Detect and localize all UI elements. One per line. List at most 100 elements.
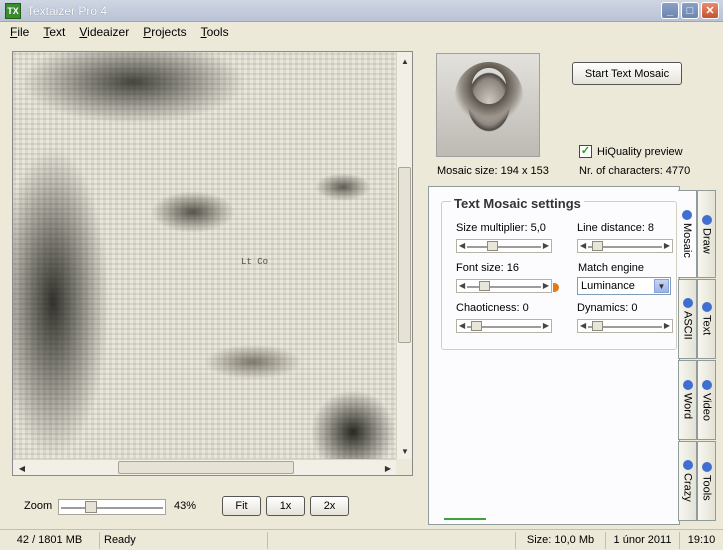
checkbox-check-icon[interactable]: ✓ (579, 145, 592, 158)
status-bar: 42 / 1801 MB Ready Size: 10,0 Mb 1 únor … (0, 529, 723, 550)
slider-left-arrow-icon[interactable]: ◀ (580, 320, 586, 332)
chaoticness-label: Chaoticness: 0 (456, 302, 529, 314)
zoom-label: Zoom (24, 500, 53, 512)
tab-crazy-label: Crazy (681, 473, 694, 502)
tab-word[interactable]: Word (678, 360, 697, 440)
tab-video[interactable]: Video (697, 360, 716, 440)
mosaic-preview[interactable]: Lt Co ▲ ▼ ◀ ▶ (12, 51, 413, 476)
status-state: Ready (100, 531, 268, 549)
scroll-right-arrow-icon[interactable]: ▶ (381, 461, 395, 475)
scroll-left-arrow-icon[interactable]: ◀ (15, 461, 29, 475)
progress-indicator (444, 518, 486, 520)
zoom-2x-button[interactable]: 2x (310, 496, 349, 516)
tab-ascii[interactable]: ASCII (678, 279, 697, 359)
dynamics-label: Dynamics: 0 (577, 302, 638, 314)
slider-left-arrow-icon[interactable]: ◀ (459, 320, 465, 332)
tab-draw[interactable]: Draw (697, 190, 716, 278)
start-text-mosaic-button[interactable]: Start Text Mosaic (572, 62, 682, 85)
tab-tools-label: Tools (700, 474, 713, 501)
crazy-tab-icon (682, 460, 693, 471)
minimize-button[interactable]: _ (661, 2, 679, 19)
chaoticness-thumb[interactable] (471, 321, 482, 331)
slider-right-arrow-icon[interactable]: ▶ (543, 240, 549, 252)
horizontal-scrollbar[interactable]: ◀ ▶ (13, 459, 397, 475)
font-size-thumb[interactable] (479, 281, 490, 291)
slider-right-arrow-icon[interactable]: ▶ (664, 240, 670, 252)
fit-button[interactable]: Fit (222, 496, 261, 516)
source-image-thumbnail[interactable] (436, 53, 540, 157)
number-of-characters-label: Nr. of characters: 4770 (579, 165, 691, 177)
menu-file[interactable]: File (8, 25, 31, 39)
tab-text[interactable]: Text (697, 279, 716, 359)
match-engine-label: Match engine (578, 262, 645, 274)
tab-video-label: Video (700, 392, 713, 421)
slider-left-arrow-icon[interactable]: ◀ (580, 240, 586, 252)
mosaic-image: Lt Co (13, 52, 397, 460)
zoom-slider[interactable] (58, 499, 166, 515)
app-icon: TX (5, 2, 21, 19)
tab-word-label: Word (681, 393, 694, 420)
hiquality-preview-checkbox[interactable]: ✓ HiQuality preview (579, 145, 683, 158)
window-controls: _ □ ✕ (661, 2, 719, 19)
maximize-button[interactable]: □ (681, 2, 699, 19)
settings-group-title: Text Mosaic settings (451, 196, 584, 211)
dynamics-thumb[interactable] (592, 321, 603, 331)
dynamics-slider[interactable]: ◀ ▶ (577, 319, 673, 333)
tab-draw-label: Draw (700, 227, 713, 254)
status-size: Size: 10,0 Mb (516, 531, 606, 549)
zoom-slider-thumb[interactable] (85, 501, 97, 513)
line-distance-thumb[interactable] (592, 241, 603, 251)
tools-tab-icon (701, 461, 712, 472)
vertical-scroll-thumb[interactable] (398, 167, 411, 343)
portrait-figure (455, 62, 523, 122)
menu-text[interactable]: Text (41, 25, 67, 39)
match-engine-select[interactable]: Luminance ▼ (577, 277, 671, 295)
status-date: 1 únor 2011 (606, 531, 680, 549)
mosaic-center-text: Lt Co (241, 257, 269, 267)
tab-mosaic-label: Mosaic (681, 223, 693, 258)
font-size-label: Font size: 16 (456, 262, 519, 274)
scroll-corner (396, 459, 412, 475)
size-multiplier-slider[interactable]: ◀ ▶ (456, 239, 552, 253)
zoom-1x-button[interactable]: 1x (266, 496, 305, 516)
line-distance-label: Line distance: 8 (577, 222, 655, 234)
draw-tab-icon (701, 214, 712, 225)
line-distance-slider[interactable]: ◀ ▶ (577, 239, 673, 253)
slider-left-arrow-icon[interactable]: ◀ (459, 280, 465, 292)
ascii-tab-icon (682, 298, 693, 309)
menu-projects[interactable]: Projects (141, 25, 188, 39)
tab-ascii-label: ASCII (681, 311, 694, 340)
size-multiplier-thumb[interactable] (487, 241, 498, 251)
window-title: Textaizer Pro 4 (27, 3, 108, 18)
close-button[interactable]: ✕ (701, 2, 719, 19)
scroll-down-arrow-icon[interactable]: ▼ (398, 444, 412, 458)
scroll-up-arrow-icon[interactable]: ▲ (398, 54, 412, 68)
hiquality-preview-label: HiQuality preview (597, 145, 683, 158)
slider-right-arrow-icon[interactable]: ▶ (543, 320, 549, 332)
slider-right-arrow-icon[interactable]: ▶ (543, 280, 549, 292)
zoom-value: 43% (174, 500, 197, 512)
slider-left-arrow-icon[interactable]: ◀ (459, 240, 465, 252)
tab-crazy[interactable]: Crazy (678, 441, 697, 521)
font-size-slider[interactable]: ◀ ▶ (456, 279, 552, 293)
mosaic-tab-icon (682, 210, 692, 221)
video-tab-icon (701, 379, 712, 390)
tab-text-label: Text (700, 315, 713, 336)
menu-videaizer[interactable]: Videaizer (77, 25, 131, 39)
title-bar: TX Textaizer Pro 4 _ □ ✕ (0, 0, 723, 22)
vertical-scrollbar[interactable]: ▲ ▼ (396, 52, 412, 460)
tab-mosaic[interactable]: Mosaic (678, 190, 697, 278)
tab-tools[interactable]: Tools (697, 441, 716, 521)
status-memory: 42 / 1801 MB (0, 531, 100, 549)
chaoticness-slider[interactable]: ◀ ▶ (456, 319, 552, 333)
text-tab-icon (701, 302, 712, 313)
status-time: 19:10 (687, 534, 716, 546)
menu-tools[interactable]: Tools (199, 25, 231, 39)
horizontal-scroll-thumb[interactable] (118, 461, 294, 474)
size-multiplier-label: Size multiplier: 5,0 (456, 222, 546, 234)
mosaic-size-label: Mosaic size: 194 x 153 (437, 165, 549, 177)
chevron-down-icon[interactable]: ▼ (654, 279, 669, 293)
word-tab-icon (682, 380, 693, 391)
slider-right-arrow-icon[interactable]: ▶ (664, 320, 670, 332)
match-engine-value: Luminance (581, 280, 635, 292)
